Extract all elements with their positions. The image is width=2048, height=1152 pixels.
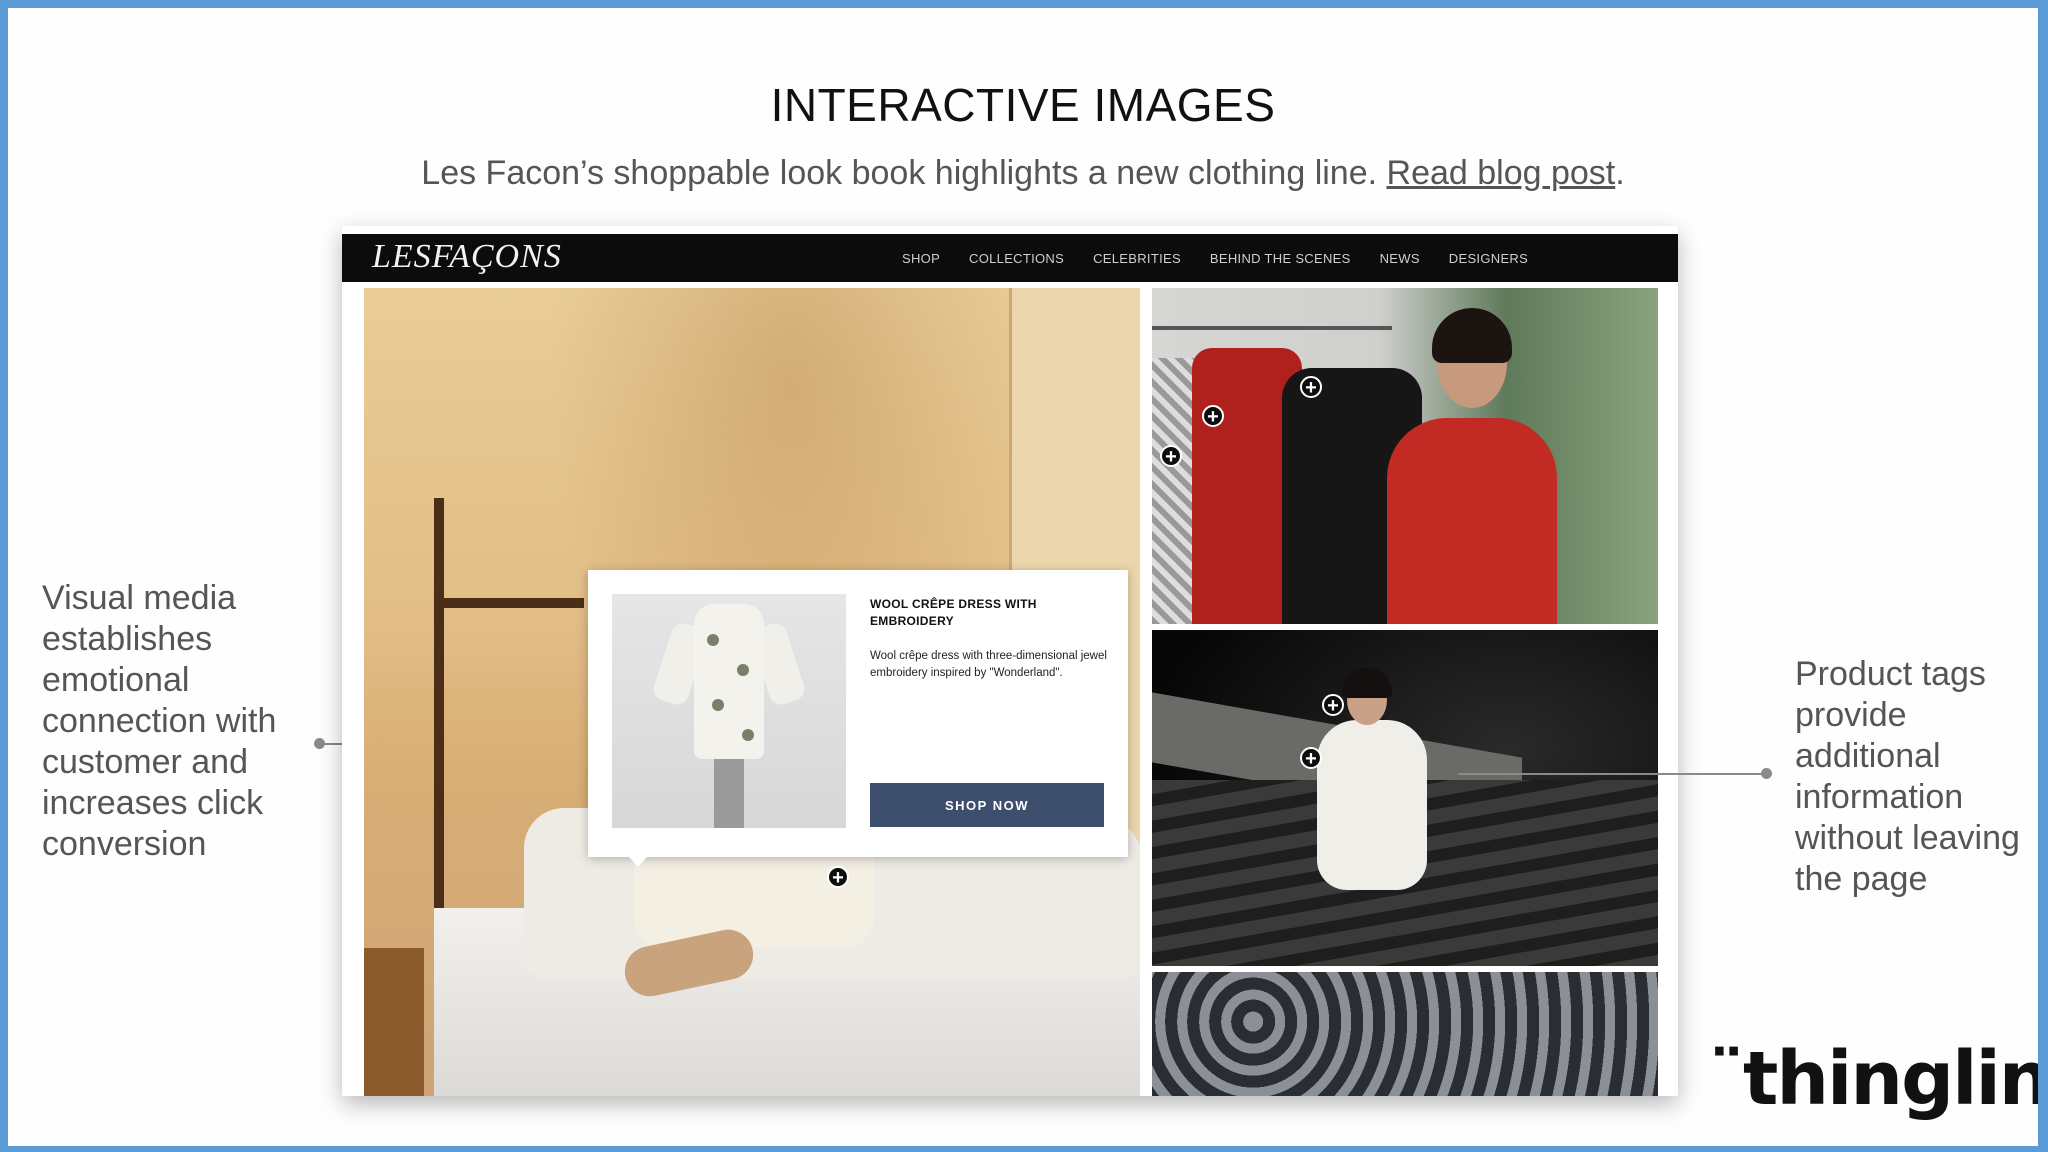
nav-celebrities[interactable]: CELEBRITIES <box>1093 251 1181 266</box>
subtitle-end: . <box>1615 154 1625 192</box>
popup-pointer <box>629 857 647 867</box>
embroidery-mark <box>712 699 724 711</box>
product-description: Wool crêpe dress with three-dimensional … <box>870 650 1107 679</box>
right-connector-line <box>1458 773 1763 775</box>
website-screenshot: LESFAÇONS SHOP COLLECTIONS CELEBRITIES B… <box>342 226 1678 1096</box>
model-hair <box>1342 668 1392 698</box>
mannequin-legs <box>714 759 744 828</box>
clothing-rack <box>1152 326 1392 330</box>
site-nav: SHOP COLLECTIONS CELEBRITIES BEHIND THE … <box>902 251 1557 266</box>
shop-now-button[interactable]: SHOP NOW <box>870 783 1104 827</box>
nav-collections[interactable]: COLLECTIONS <box>969 251 1064 266</box>
thinglink-logo: ¨thinglink.. <box>1708 1036 2038 1122</box>
model-red-dress <box>1387 418 1557 624</box>
headboard-rail <box>434 598 584 608</box>
product-tag-plus-icon[interactable]: + <box>1322 694 1344 717</box>
lookbook-photo-jewels[interactable] <box>1152 972 1658 1096</box>
nav-news[interactable]: NEWS <box>1380 251 1420 266</box>
lookbook-photo-clothing-rack[interactable]: + + + <box>1152 288 1658 624</box>
nightstand <box>364 948 424 1096</box>
right-annotation: Product tags provide additional informat… <box>1795 655 2020 898</box>
embroidery-mark <box>737 664 749 676</box>
nav-shop[interactable]: SHOP <box>902 251 940 266</box>
product-tag-plus-icon[interactable]: + <box>1300 747 1322 770</box>
lookbook-photo-bedroom[interactable]: WOOL CRÊPE DRESS WITH EMBROIDERY Wool cr… <box>364 288 1140 1096</box>
nav-behind-the-scenes[interactable]: BEHIND THE SCENES <box>1210 251 1351 266</box>
read-blog-post-link[interactable]: Read blog post <box>1387 154 1616 192</box>
embroidery-mark <box>707 634 719 646</box>
site-logo[interactable]: LESFAÇONS <box>372 238 562 276</box>
right-connector-dot <box>1761 768 1772 779</box>
slide-title: INTERACTIVE IMAGES <box>770 79 1276 131</box>
subtitle-text: Les Facon’s shoppable look book highligh… <box>421 154 1387 192</box>
product-title: WOOL CRÊPE DRESS WITH EMBROIDERY <box>870 597 1037 628</box>
product-tag-plus-icon[interactable]: + <box>827 866 849 889</box>
slide: INTERACTIVE IMAGES Les Facon’s shoppable… <box>8 8 2038 1146</box>
product-tag-plus-icon[interactable]: + <box>1160 445 1182 468</box>
embroidery-mark <box>742 729 754 741</box>
product-image[interactable] <box>612 594 846 828</box>
nav-designers[interactable]: DESIGNERS <box>1449 251 1528 266</box>
lookbook-photo-night-stairs[interactable]: + + <box>1152 630 1658 966</box>
left-annotation: Visual media establishes emotional conne… <box>42 579 277 863</box>
model-white-dress <box>1317 720 1427 890</box>
site-header: LESFAÇONS SHOP COLLECTIONS CELEBRITIES B… <box>342 234 1678 282</box>
slide-subtitle: Les Facon’s shoppable look book highligh… <box>8 154 2038 193</box>
product-tag-plus-icon[interactable]: + <box>1202 405 1224 428</box>
product-popup: WOOL CRÊPE DRESS WITH EMBROIDERY Wool cr… <box>588 570 1128 857</box>
model-hair <box>1432 308 1512 363</box>
product-tag-plus-icon[interactable]: + <box>1300 376 1322 399</box>
